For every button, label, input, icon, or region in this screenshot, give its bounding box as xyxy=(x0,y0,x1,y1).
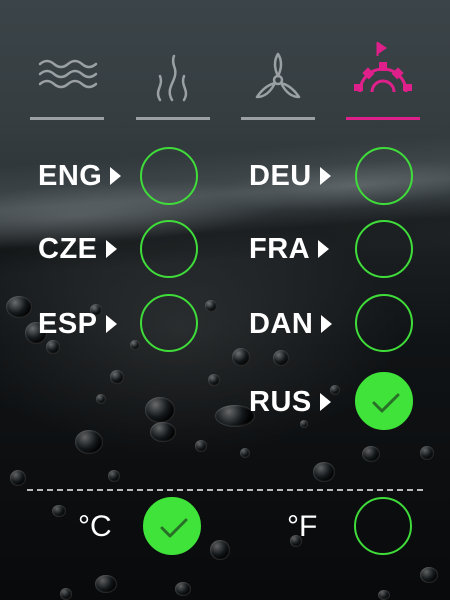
language-option-esp[interactable]: ESP xyxy=(38,296,117,352)
tab-underline xyxy=(30,117,104,120)
fan-icon xyxy=(255,52,301,99)
tab-underline xyxy=(241,117,315,120)
language-option-dan[interactable]: DAN xyxy=(249,296,333,352)
language-option-deu[interactable]: DEU xyxy=(249,148,331,204)
tab-heat[interactable] xyxy=(136,40,210,120)
check-icon xyxy=(160,518,188,538)
radio-deu[interactable] xyxy=(355,147,413,205)
radio-celsius[interactable] xyxy=(143,497,201,555)
radio-cze[interactable] xyxy=(140,220,198,278)
arrow-right-icon xyxy=(319,393,331,411)
language-option-fra[interactable]: FRA xyxy=(249,221,330,277)
waves-icon xyxy=(38,59,98,89)
steam-icon xyxy=(156,54,188,102)
radio-fra[interactable] xyxy=(355,220,413,278)
language-label: ENG xyxy=(38,159,103,192)
arrow-right-icon xyxy=(110,167,122,185)
tab-water[interactable] xyxy=(30,40,104,120)
settings-screen: ENG DEU CZE FRA ESP DAN RUS °C °F xyxy=(0,0,450,600)
radio-dan[interactable] xyxy=(355,294,413,352)
arrow-right-icon xyxy=(105,240,117,258)
language-label: CZE xyxy=(38,232,98,265)
arrow-right-icon xyxy=(318,240,330,258)
radio-esp[interactable] xyxy=(140,294,198,352)
check-icon xyxy=(372,393,400,413)
tab-settings[interactable] xyxy=(346,40,420,120)
tab-fan[interactable] xyxy=(241,40,315,120)
radio-eng[interactable] xyxy=(140,147,198,205)
arrow-right-icon xyxy=(319,167,331,185)
radio-rus[interactable] xyxy=(355,372,413,430)
language-label: DEU xyxy=(249,159,312,192)
language-option-rus[interactable]: RUS xyxy=(249,374,331,430)
unit-label-fahrenheit: °F xyxy=(287,510,318,543)
language-label: DAN xyxy=(249,307,314,340)
language-label: ESP xyxy=(38,307,98,340)
unit-label-celsius: °C xyxy=(78,510,112,543)
radio-fahrenheit[interactable] xyxy=(354,497,412,555)
dashed-divider xyxy=(27,489,423,491)
language-label: RUS xyxy=(249,385,312,418)
gear-flag-icon xyxy=(354,42,412,93)
language-option-cze[interactable]: CZE xyxy=(38,221,117,277)
arrow-right-icon xyxy=(321,315,333,333)
language-label: FRA xyxy=(249,232,311,265)
tab-underline xyxy=(346,117,420,120)
arrow-right-icon xyxy=(105,315,117,333)
language-option-eng[interactable]: ENG xyxy=(38,148,122,204)
tab-underline xyxy=(136,117,210,120)
